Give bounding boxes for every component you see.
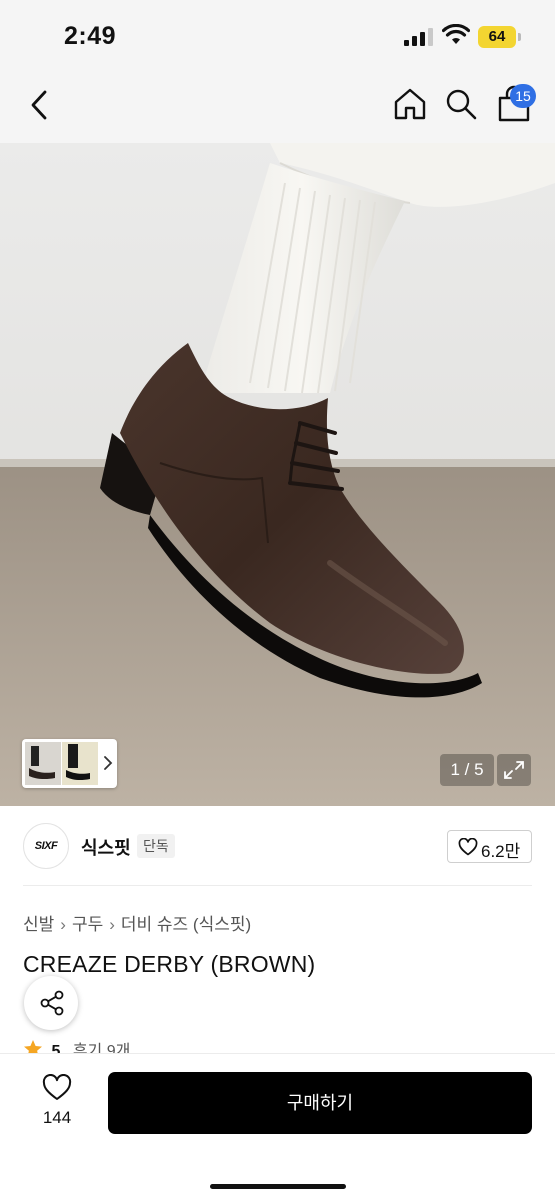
buy-button[interactable]: 구매하기 bbox=[108, 1072, 532, 1134]
wishlist-button[interactable]: 144 bbox=[30, 1074, 84, 1132]
expand-icon bbox=[504, 761, 524, 779]
search-icon[interactable] bbox=[444, 86, 478, 122]
battery-indicator: 64 bbox=[478, 26, 516, 48]
fullscreen-button[interactable] bbox=[497, 754, 531, 786]
image-counter: 1 / 5 bbox=[440, 754, 494, 786]
product-title: CREAZE DERBY (BROWN) bbox=[23, 951, 316, 977]
exclusive-badge: 단독 bbox=[137, 834, 175, 858]
chevron-right-icon bbox=[104, 756, 113, 770]
brand-like-button[interactable]: 6.2만 bbox=[447, 830, 532, 863]
section-divider bbox=[23, 885, 532, 886]
product-image[interactable] bbox=[0, 143, 555, 806]
wifi-icon bbox=[442, 24, 470, 44]
back-arrow-icon[interactable] bbox=[26, 88, 54, 122]
heart-icon bbox=[458, 838, 478, 856]
brand-logo[interactable]: SIXF bbox=[23, 823, 69, 869]
breadcrumb-item-shoes[interactable]: 신발 bbox=[23, 915, 54, 934]
breadcrumb: 신발 › 구두 › 더비 슈즈 (식스핏) bbox=[23, 910, 251, 935]
cart-count-badge: 15 bbox=[510, 84, 536, 108]
nav-header bbox=[0, 70, 555, 143]
share-button[interactable] bbox=[24, 976, 78, 1030]
heart-icon bbox=[42, 1074, 72, 1100]
thumbnail-strip[interactable] bbox=[22, 739, 117, 788]
status-time: 2:49 bbox=[64, 22, 117, 50]
cellular-signal-icon bbox=[404, 28, 433, 46]
status-bar: 2:49 64 bbox=[0, 0, 555, 70]
breadcrumb-item-derby-shoes[interactable]: 더비 슈즈 (식스핏) bbox=[121, 915, 251, 934]
wishlist-count: 144 bbox=[42, 1108, 72, 1127]
home-indicator bbox=[210, 1184, 346, 1189]
thumbnail-image-2[interactable] bbox=[62, 742, 98, 785]
share-icon bbox=[40, 990, 64, 1016]
chevron-right-icon: › bbox=[60, 915, 66, 934]
home-icon[interactable] bbox=[392, 86, 428, 122]
breadcrumb-item-dress-shoes[interactable]: 구두 bbox=[72, 915, 103, 934]
chevron-right-icon: › bbox=[109, 915, 115, 934]
brand-name[interactable]: 식스핏 bbox=[81, 834, 131, 860]
brand-like-count: 6.2만 bbox=[481, 842, 521, 861]
battery-tip bbox=[518, 33, 521, 41]
thumbnail-image-1[interactable] bbox=[25, 742, 61, 785]
